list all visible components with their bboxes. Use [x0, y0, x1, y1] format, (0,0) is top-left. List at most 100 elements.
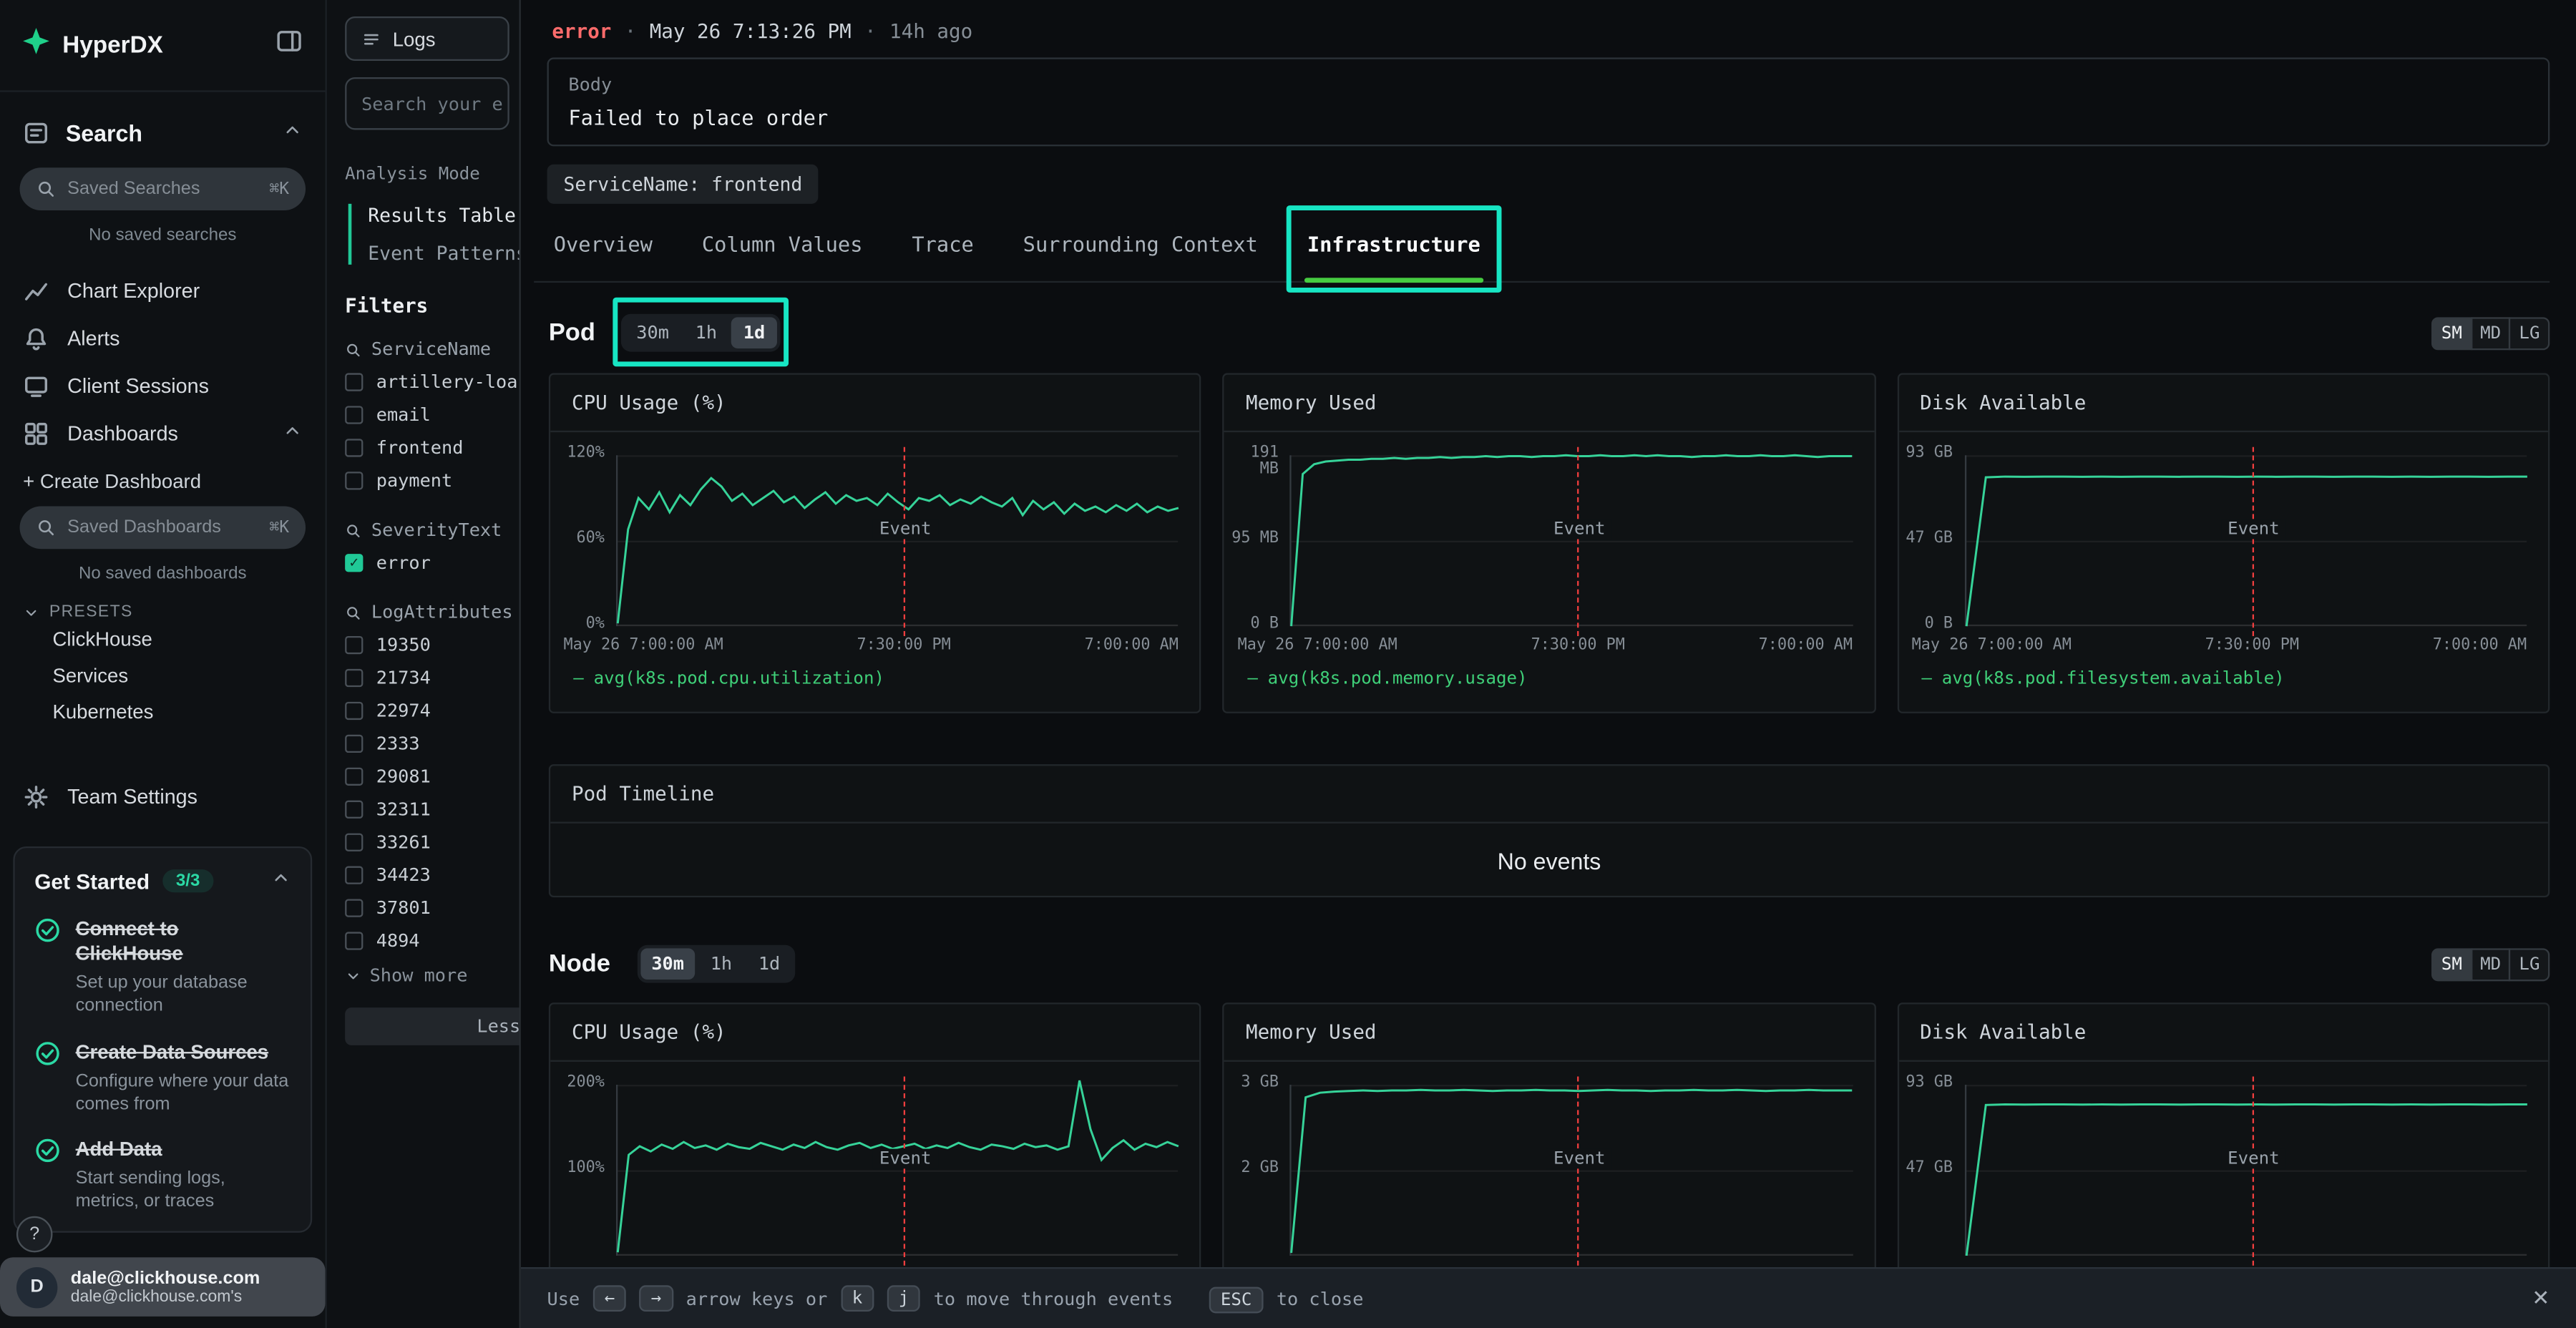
- tab-column-values[interactable]: Column Values: [702, 225, 863, 281]
- checkbox-checked[interactable]: ✓: [345, 554, 363, 572]
- size-button-sm[interactable]: SM: [2431, 316, 2472, 349]
- filter-option[interactable]: 19350: [345, 635, 519, 656]
- checkbox[interactable]: [345, 406, 363, 424]
- checkbox[interactable]: [345, 702, 363, 720]
- facet-severitytext[interactable]: SeverityText: [345, 519, 519, 541]
- source-select-label: Logs: [393, 27, 436, 50]
- range-button-1h[interactable]: 1h: [699, 948, 744, 980]
- close-panel-icon[interactable]: ✕: [2532, 1285, 2550, 1312]
- avatar: D: [16, 1266, 57, 1307]
- source-select-button[interactable]: Logs: [345, 16, 509, 61]
- node-section-title: Node: [549, 950, 610, 978]
- node-range-group: 30m 1h 1d: [637, 945, 795, 983]
- search-section-header[interactable]: Search: [23, 112, 302, 155]
- range-button-1h[interactable]: 1h: [684, 317, 729, 348]
- sidebar-item-team-settings[interactable]: Team Settings: [0, 773, 326, 821]
- shortcut-badge: ⌘K: [269, 519, 289, 537]
- pod-section-header: Pod 30m 1h 1d SM MD LG: [549, 314, 2550, 352]
- size-button-sm[interactable]: SM: [2431, 947, 2472, 980]
- help-button[interactable]: ?: [16, 1216, 53, 1253]
- checkbox[interactable]: [345, 768, 363, 786]
- event-body-box: Body Failed to place order: [547, 57, 2550, 146]
- sidebar-item-chart-explorer[interactable]: Chart Explorer: [0, 266, 326, 314]
- filter-option[interactable]: payment: [345, 470, 519, 492]
- checkbox[interactable]: [345, 669, 363, 687]
- brand-name[interactable]: HyperDX: [62, 32, 163, 59]
- checkbox[interactable]: [345, 373, 363, 391]
- facet-servicename[interactable]: ServiceName: [345, 338, 519, 360]
- sidebar-item-services[interactable]: Services: [23, 658, 302, 694]
- create-dashboard-button[interactable]: + Create Dashboard: [23, 470, 302, 493]
- filter-option[interactable]: 4894: [345, 930, 519, 952]
- chevron-up-icon[interactable]: [283, 118, 303, 147]
- checkbox[interactable]: [345, 866, 363, 884]
- filter-option[interactable]: 33261: [345, 831, 519, 853]
- user-org: dale@clickhouse.com's: [71, 1288, 260, 1306]
- tab-overview[interactable]: Overview: [554, 225, 653, 281]
- filter-option[interactable]: artillery-loa: [345, 371, 519, 393]
- checkbox[interactable]: [345, 439, 363, 456]
- get-started-item-title: Add Data: [76, 1138, 291, 1162]
- event-search-input[interactable]: Search your e: [345, 77, 509, 130]
- size-button-lg[interactable]: LG: [2509, 947, 2550, 980]
- range-button-30m[interactable]: 30m: [640, 948, 696, 980]
- get-started-item[interactable]: Connect to ClickHouse Set up your databa…: [34, 917, 291, 1018]
- saved-dashboards-input[interactable]: Saved Dashboards ⌘K: [20, 506, 306, 549]
- filter-option[interactable]: 37801: [345, 897, 519, 919]
- filter-option[interactable]: 2333: [345, 733, 519, 754]
- size-button-lg[interactable]: LG: [2509, 316, 2550, 349]
- filter-option-checked[interactable]: ✓error: [345, 552, 519, 574]
- show-more-button[interactable]: Show more: [345, 965, 519, 986]
- filter-option[interactable]: 22974: [345, 700, 519, 722]
- checkbox[interactable]: [345, 834, 363, 851]
- sidebar-item-client-sessions[interactable]: Client Sessions: [0, 361, 326, 409]
- service-name-chip[interactable]: ServiceName: frontend: [547, 165, 819, 204]
- facet-logattributes[interactable]: LogAttributes: [345, 602, 519, 623]
- less-filters-button[interactable]: Less filters: [345, 1007, 519, 1045]
- collapse-sidebar-icon[interactable]: [276, 28, 303, 62]
- checkbox[interactable]: [345, 636, 363, 654]
- sidebar-item-dashboards[interactable]: Dashboards: [0, 409, 326, 457]
- chevron-up-icon[interactable]: [283, 421, 303, 445]
- presets-toggle[interactable]: PRESETS: [23, 603, 302, 621]
- sidebar-item-clickhouse[interactable]: ClickHouse: [23, 621, 302, 658]
- checkbox[interactable]: [345, 932, 363, 949]
- get-started-item[interactable]: Add Data Start sending logs, metrics, or…: [34, 1138, 291, 1214]
- range-button-1d[interactable]: 1d: [732, 317, 777, 348]
- size-button-md[interactable]: MD: [2470, 316, 2511, 349]
- get-started-item-title: Create Data Sources: [76, 1040, 291, 1064]
- tab-trace[interactable]: Trace: [912, 225, 973, 281]
- checkbox[interactable]: [345, 899, 363, 917]
- filter-option[interactable]: frontend: [345, 437, 519, 459]
- nav-label: Client Sessions: [67, 374, 209, 397]
- j-key: j: [887, 1285, 921, 1312]
- saved-dashboards-placeholder: Saved Dashboards: [67, 518, 221, 538]
- filter-option[interactable]: 34423: [345, 864, 519, 886]
- chart-legend: —avg(k8s.pod.filesystem.available): [1921, 669, 2547, 689]
- checkbox[interactable]: [345, 735, 363, 753]
- filter-option[interactable]: 29081: [345, 766, 519, 787]
- saved-searches-input[interactable]: Saved Searches ⌘K: [20, 167, 306, 210]
- checkbox[interactable]: [345, 472, 363, 489]
- user-menu[interactable]: D dale@clickhouse.com dale@clickhouse.co…: [0, 1257, 326, 1317]
- mode-event-patterns[interactable]: Event Patterns: [368, 242, 519, 265]
- get-started-header[interactable]: Get Started 3/3: [34, 866, 291, 896]
- tab-infrastructure[interactable]: Infrastructure: [1307, 225, 1480, 281]
- range-button-30m[interactable]: 30m: [625, 317, 680, 348]
- tab-surrounding-context[interactable]: Surrounding Context: [1023, 225, 1258, 281]
- hyperdx-logo-icon[interactable]: [23, 28, 49, 62]
- sidebar-item-kubernetes[interactable]: Kubernetes: [23, 693, 302, 730]
- nav-label: Chart Explorer: [67, 278, 200, 301]
- filter-option[interactable]: 21734: [345, 668, 519, 689]
- chevron-up-icon[interactable]: [271, 866, 291, 896]
- sidebar-item-alerts[interactable]: Alerts: [0, 314, 326, 362]
- filter-option[interactable]: email: [345, 404, 519, 426]
- size-button-md[interactable]: MD: [2470, 947, 2511, 980]
- checkbox[interactable]: [345, 801, 363, 819]
- range-button-1d[interactable]: 1d: [747, 948, 792, 980]
- filter-option[interactable]: 32311: [345, 799, 519, 820]
- mode-results-table[interactable]: Results Table: [368, 204, 519, 227]
- event-tabs: Overview Column Values Trace Surrounding…: [534, 225, 2550, 283]
- get-started-item[interactable]: Create Data Sources Configure where your…: [34, 1040, 291, 1116]
- monitor-icon: [23, 372, 49, 399]
